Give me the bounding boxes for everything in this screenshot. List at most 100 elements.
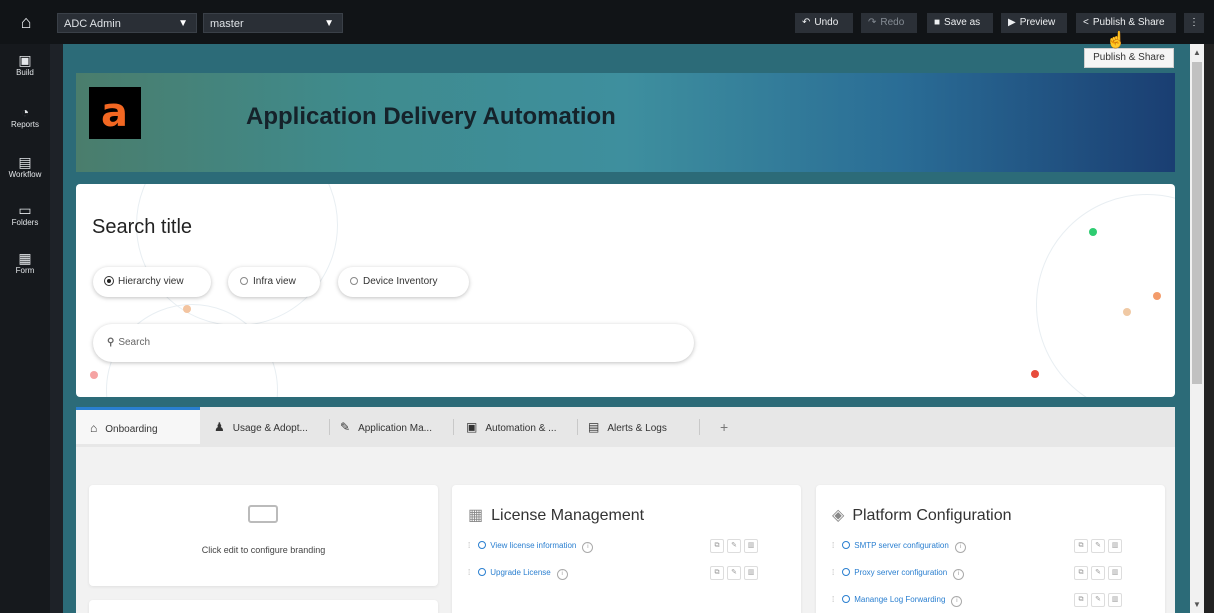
search-card: Search title Hierarchy view Infra view D… <box>76 184 1175 397</box>
copy-icon[interactable]: ⧉ <box>710 539 724 553</box>
delete-icon[interactable]: ▥ <box>744 566 758 580</box>
rail-item-form[interactable]: ▦ Form <box>0 250 50 276</box>
radio-icon <box>240 277 248 285</box>
tab-application-management[interactable]: ✎ Application Ma... <box>330 407 454 447</box>
tab-onboarding[interactable]: ⌂ Onboarding <box>76 407 200 444</box>
platform-item-label[interactable]: Manange Log Forwarding <box>854 595 945 604</box>
delete-icon[interactable]: ▥ <box>1108 566 1122 580</box>
platform-item-label[interactable]: SMTP server configuration <box>854 541 949 550</box>
pointer-cursor-icon: ☝ <box>1106 32 1126 49</box>
info-icon[interactable]: i <box>951 596 963 607</box>
scroll-up-icon[interactable]: ▲ <box>1193 48 1201 57</box>
edit-icon: ✎ <box>340 420 351 434</box>
play-icon: ▶ <box>1008 17 1016 28</box>
scrollbar-thumb[interactable] <box>1192 62 1202 384</box>
edit-icon[interactable]: ✎ <box>1091 566 1105 580</box>
copy-icon[interactable]: ⧉ <box>1074 593 1088 607</box>
branding-card-2 <box>89 600 438 613</box>
platform-item-label[interactable]: Proxy server configuration <box>854 568 947 577</box>
add-tab-button[interactable]: + <box>720 407 740 447</box>
tab-label: Alerts & Logs <box>607 423 667 434</box>
edit-icon[interactable]: ✎ <box>727 539 741 553</box>
radio-icon <box>350 277 358 285</box>
home-outline-icon: ⌂ <box>90 421 98 435</box>
delete-icon[interactable]: ▥ <box>744 539 758 553</box>
platform-item-proxy[interactable]: ⁞ Proxy server configuration i <box>832 568 965 580</box>
branch-dropdown[interactable]: master ▼ <box>203 13 343 33</box>
rail-item-folders[interactable]: ▭ Folders <box>0 202 50 228</box>
drag-handle-icon[interactable]: ⁞ <box>832 568 834 577</box>
edit-icon[interactable]: ✎ <box>1091 539 1105 553</box>
publish-share-label: Publish & Share <box>1092 17 1165 28</box>
infra-view-radio[interactable]: Infra view <box>228 267 320 297</box>
branding-card: Click edit to configure branding <box>89 485 438 586</box>
copy-icon[interactable]: ⧉ <box>1074 566 1088 580</box>
build-icon: ▣ <box>18 52 32 68</box>
search-input[interactable]: ⚲ Search <box>93 324 694 362</box>
preview-button[interactable]: ▶ Preview <box>1001 13 1067 33</box>
branding-placeholder-icon <box>248 505 278 523</box>
platform-item-log-forwarding[interactable]: ⁞ Manange Log Forwarding i <box>832 595 963 607</box>
license-management-card: ▦ License Management ⁞ View license inform… <box>452 485 801 613</box>
chevron-down-icon: ▼ <box>178 18 188 29</box>
info-icon[interactable]: i <box>556 569 568 580</box>
tab-label: Automation & ... <box>485 423 557 434</box>
tab-automation[interactable]: ▣ Automation & ... <box>454 407 578 447</box>
tab-separator <box>699 419 700 435</box>
rail-item-reports[interactable]: ◔ Reports <box>0 104 50 130</box>
home-icon[interactable]: ⌂ <box>16 12 36 32</box>
redo-label: Redo <box>880 17 905 28</box>
drag-handle-icon[interactable]: ⁞ <box>832 595 834 604</box>
chevron-down-icon: ▼ <box>324 18 334 29</box>
layers-icon: ◈ <box>832 507 845 524</box>
banner-title: Application Delivery Automation <box>246 103 616 130</box>
folders-icon: ▭ <box>18 202 32 218</box>
status-circle-icon <box>478 541 487 549</box>
form-icon: ▦ <box>18 250 32 266</box>
device-inventory-radio[interactable]: Device Inventory <box>338 267 469 297</box>
license-item-label[interactable]: Upgrade License <box>490 568 550 577</box>
info-icon[interactable]: i <box>954 542 966 553</box>
delete-icon[interactable]: ▥ <box>1108 539 1122 553</box>
decorative-circle <box>136 184 338 326</box>
info-icon[interactable]: i <box>582 542 594 553</box>
license-item-label[interactable]: View license information <box>490 541 576 550</box>
drag-handle-icon[interactable]: ⁞ <box>468 568 470 577</box>
license-item-upgrade[interactable]: ⁞ Upgrade License i <box>468 568 568 580</box>
undo-button[interactable]: ↶ Undo <box>795 13 853 33</box>
save-as-button[interactable]: ■ Save as <box>927 13 993 33</box>
scroll-down-icon[interactable]: ▼ <box>1193 600 1201 609</box>
platform-card-title: ◈ Platform Configuration <box>832 505 1012 525</box>
info-icon[interactable]: i <box>953 569 965 580</box>
more-icon: ⋮ <box>1189 17 1199 28</box>
platform-configuration-card: ◈ Platform Configuration ⁞ SMTP server con… <box>816 485 1165 613</box>
status-circle-icon <box>842 541 851 549</box>
drag-handle-icon[interactable]: ⁞ <box>468 541 470 550</box>
undo-icon: ↶ <box>802 17 811 28</box>
copy-icon[interactable]: ⧉ <box>710 566 724 580</box>
copy-icon[interactable]: ⧉ <box>1074 539 1088 553</box>
automation-icon: ▣ <box>466 420 478 434</box>
rail-item-workflow[interactable]: ▤ Workflow <box>0 154 50 180</box>
tab-usage-adoption[interactable]: ♟ Usage & Adopt... <box>200 407 330 447</box>
users-icon: ♟ <box>214 420 225 434</box>
more-button[interactable]: ⋮ <box>1184 13 1204 33</box>
license-item-view[interactable]: ⁞ View license information i <box>468 541 594 553</box>
edit-icon[interactable]: ✎ <box>1091 593 1105 607</box>
platform-title-text: Platform Configuration <box>852 507 1012 524</box>
logo-letter: a <box>101 90 128 136</box>
delete-icon[interactable]: ▥ <box>1108 593 1122 607</box>
edit-icon[interactable]: ✎ <box>727 566 741 580</box>
vertical-scrollbar[interactable]: ▲ ▼ <box>1190 44 1204 613</box>
platform-item-smtp[interactable]: ⁞ SMTP server configuration i <box>832 541 966 553</box>
rail-item-build[interactable]: ▣ Build <box>0 52 50 78</box>
hierarchy-view-radio[interactable]: Hierarchy view <box>93 267 211 297</box>
publish-share-button[interactable]: < Publish & Share <box>1076 13 1176 33</box>
reports-icon: ◔ <box>20 104 30 120</box>
rail-label: Form <box>15 266 35 275</box>
app-dropdown[interactable]: ADC Admin ▼ <box>57 13 197 33</box>
drag-handle-icon[interactable]: ⁞ <box>832 541 834 550</box>
redo-button[interactable]: ↷ Redo <box>861 13 917 33</box>
row-actions: ⧉ ✎ ▥ <box>1071 593 1122 607</box>
tab-alerts-logs[interactable]: ▤ Alerts & Logs <box>578 407 700 447</box>
